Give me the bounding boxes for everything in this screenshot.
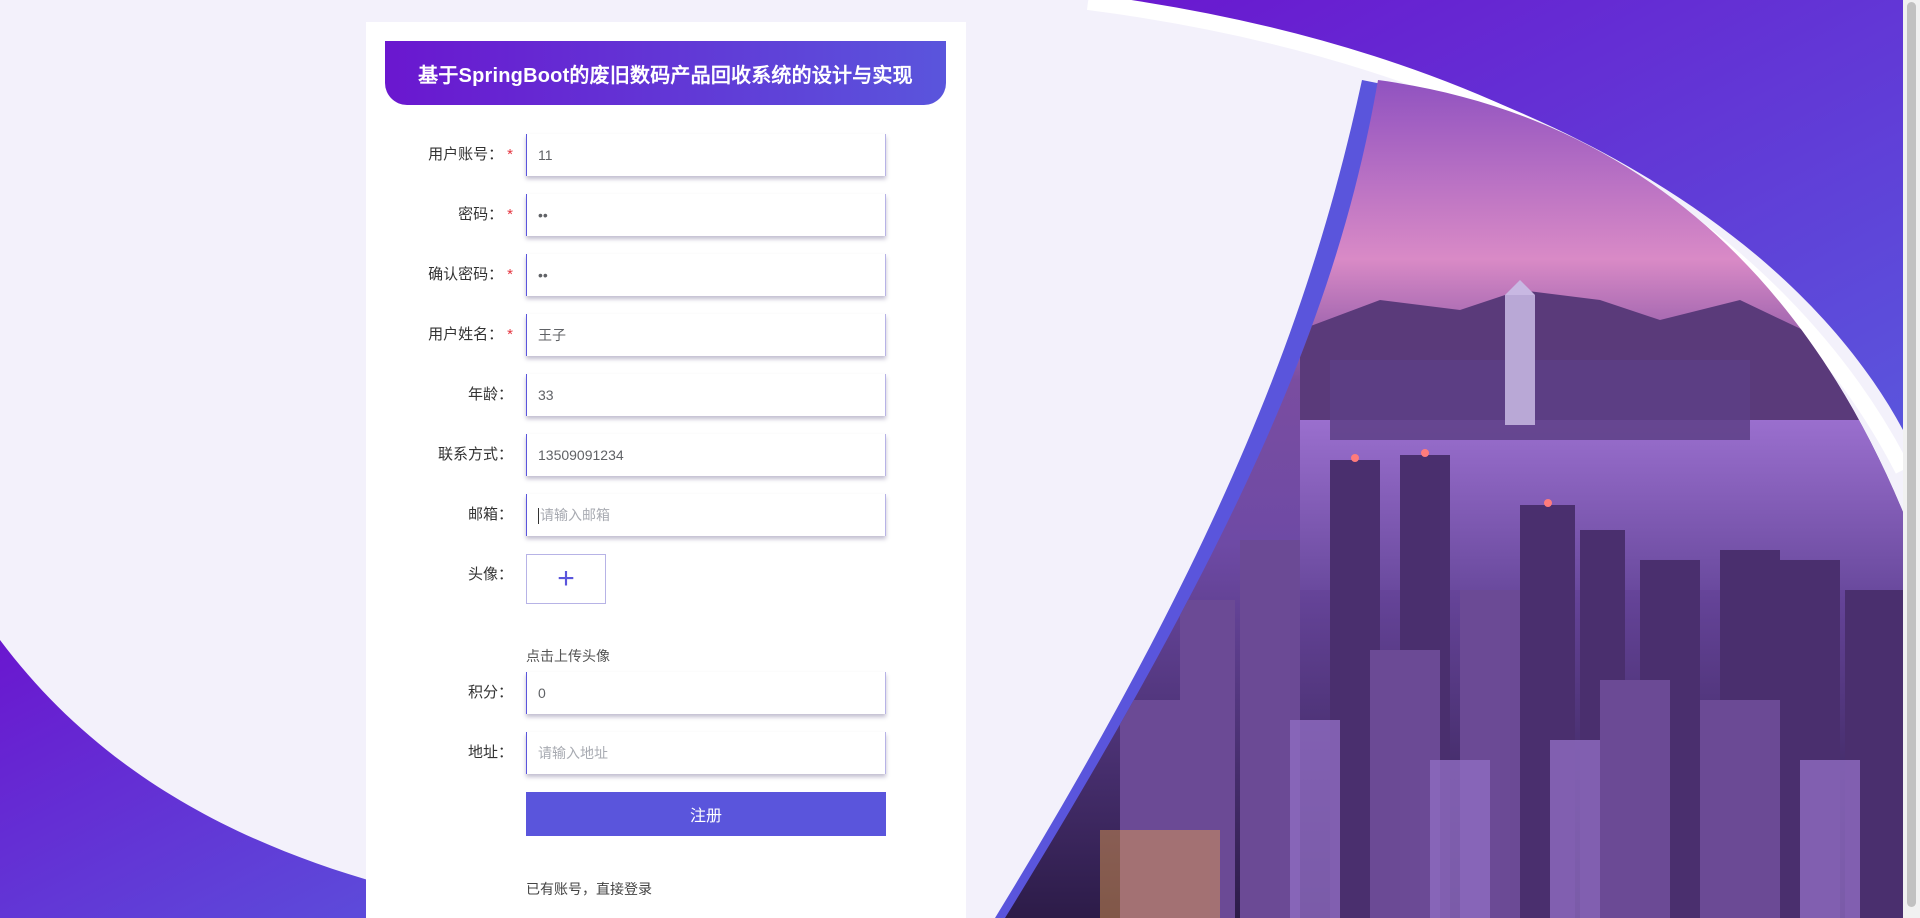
form-row-avatar: 头像： + bbox=[366, 554, 966, 604]
password-label: 密码： * bbox=[458, 206, 513, 223]
address-label: 地址： bbox=[467, 744, 513, 761]
avatar-upload-button[interactable]: + bbox=[526, 554, 606, 604]
form-row-username: 用户账号： * 11 bbox=[366, 134, 966, 176]
points-input[interactable]: 0 bbox=[526, 672, 886, 714]
text-caret bbox=[538, 508, 539, 525]
required-mark: * bbox=[507, 266, 513, 283]
username-input[interactable]: 11 bbox=[526, 134, 886, 176]
age-label: 年龄： bbox=[467, 386, 513, 403]
password-input[interactable]: •• bbox=[526, 194, 886, 236]
form-row-confirm-password: 确认密码： * •• bbox=[366, 254, 966, 296]
required-mark: * bbox=[507, 206, 513, 223]
register-button[interactable]: 注册 bbox=[526, 792, 886, 836]
avatar-label: 头像： bbox=[467, 566, 513, 583]
points-label: 积分： bbox=[467, 684, 513, 701]
username-label: 用户账号： * bbox=[428, 146, 513, 163]
email-input[interactable]: 请输入邮箱 bbox=[526, 494, 886, 536]
phone-label: 联系方式： bbox=[437, 446, 513, 463]
login-link[interactable]: 已有账号，直接登录 bbox=[526, 879, 652, 899]
page-title: 基于SpringBoot的废旧数码产品回收系统的设计与实现 bbox=[385, 41, 946, 105]
confirm-password-input[interactable]: •• bbox=[526, 254, 886, 296]
email-placeholder: 请输入邮箱 bbox=[540, 507, 610, 523]
form-row-age: 年龄： 33 bbox=[366, 374, 966, 416]
required-mark: * bbox=[507, 146, 513, 163]
address-input[interactable]: 请输入地址 bbox=[526, 732, 886, 774]
plus-icon: + bbox=[557, 562, 575, 595]
required-mark: * bbox=[507, 326, 513, 343]
confirm-password-label: 确认密码： * bbox=[428, 266, 513, 283]
form-row-name: 用户姓名： * 王子 bbox=[366, 314, 966, 356]
email-label: 邮箱： bbox=[467, 506, 513, 523]
scrollbar-thumb[interactable] bbox=[1907, 2, 1916, 907]
scrollbar[interactable] bbox=[1903, 0, 1920, 918]
phone-input[interactable]: 13509091234 bbox=[526, 434, 886, 476]
name-input[interactable]: 王子 bbox=[526, 314, 886, 356]
form-row-email: 邮箱： 请输入邮箱 bbox=[366, 494, 966, 536]
age-input[interactable]: 33 bbox=[526, 374, 886, 416]
avatar-upload-hint: 点击上传头像 bbox=[526, 648, 610, 664]
register-form-panel: 基于SpringBoot的废旧数码产品回收系统的设计与实现 用户账号： * 11 … bbox=[366, 22, 966, 918]
form-row-address: 地址： 请输入地址 bbox=[366, 732, 966, 774]
name-label: 用户姓名： * bbox=[428, 326, 513, 343]
form-row-points: 积分： 0 bbox=[366, 672, 966, 714]
form-row-password: 密码： * •• bbox=[366, 194, 966, 236]
form-row-phone: 联系方式： 13509091234 bbox=[366, 434, 966, 476]
